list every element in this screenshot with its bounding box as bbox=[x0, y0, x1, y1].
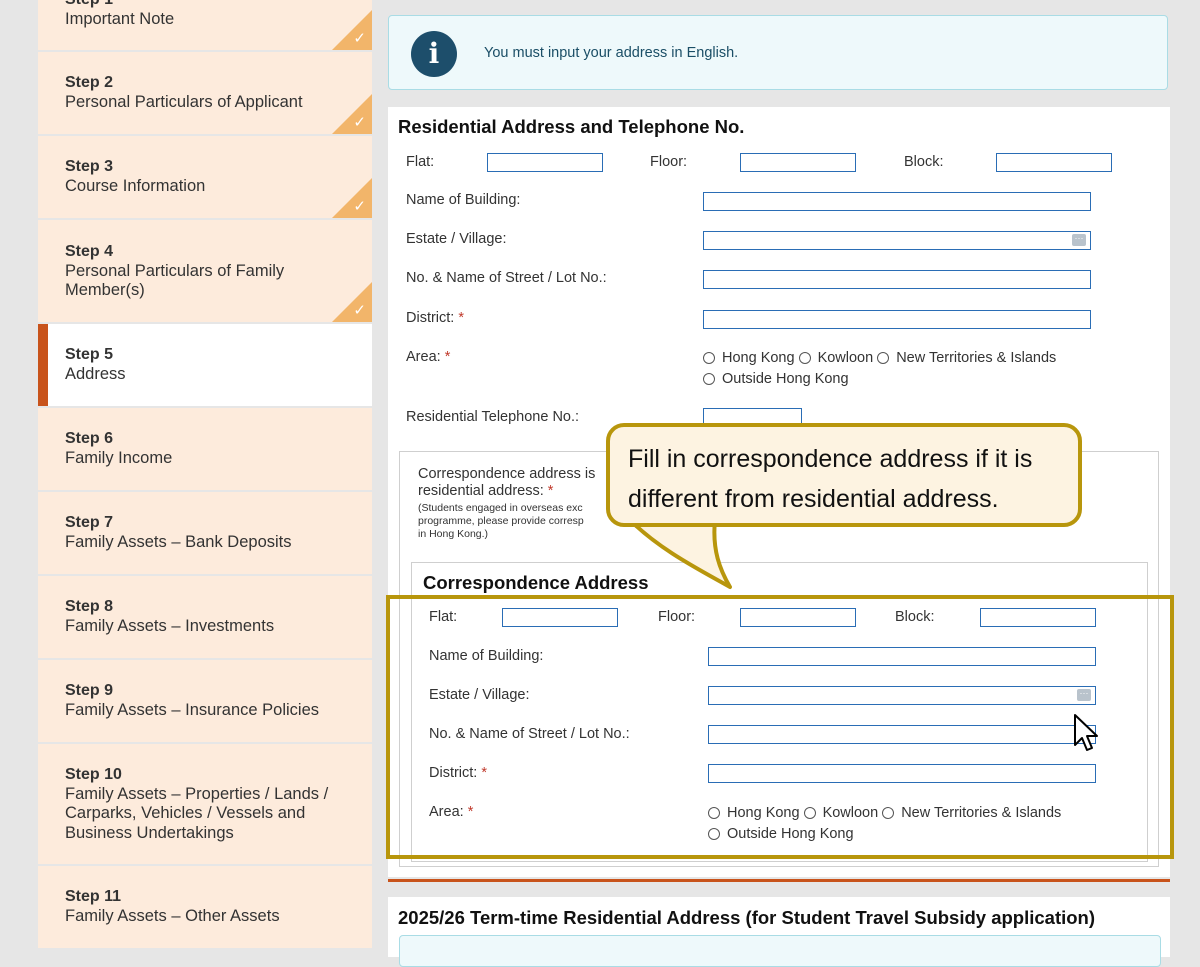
step-number: Step 3 bbox=[65, 158, 114, 176]
completed-corner bbox=[332, 178, 372, 218]
sidebar-step-2[interactable]: Step 2 Personal Particulars of Applicant… bbox=[38, 52, 372, 134]
step-title: Personal Particulars of Applicant bbox=[65, 93, 303, 112]
section-divider bbox=[388, 879, 1170, 882]
term-time-address-panel: 2025/26 Term-time Residential Address (f… bbox=[388, 897, 1170, 967]
check-icon: ✓ bbox=[353, 302, 366, 319]
completed-corner bbox=[332, 94, 372, 134]
area-option-outside-hong-kong[interactable]: Outside Hong Kong bbox=[703, 371, 849, 387]
residential-section-title: Residential Address and Telephone No. bbox=[398, 116, 745, 137]
step-title: Personal Particulars of Family Member(s) bbox=[65, 261, 285, 300]
step-number: Step 5 bbox=[65, 346, 114, 364]
step-title: Family Assets – Insurance Policies bbox=[65, 701, 320, 720]
step-number: Step 6 bbox=[65, 430, 114, 448]
sidebar-step-11[interactable]: Step 11 Family Assets – Other Assets bbox=[38, 866, 372, 948]
step-number: Step 8 bbox=[65, 598, 114, 616]
completed-corner bbox=[332, 10, 372, 50]
instruction-callout: Fill in correspondence address if it is … bbox=[606, 423, 1082, 527]
area-label: Area: * bbox=[406, 349, 451, 365]
sidebar-step-9[interactable]: Step 9 Family Assets – Insurance Policie… bbox=[38, 660, 372, 742]
sidebar-step-5[interactable]: Step 5 Address bbox=[38, 324, 372, 406]
residential-flat-input[interactable] bbox=[487, 153, 603, 172]
residential-street-input[interactable] bbox=[703, 270, 1091, 289]
info-notice: i You must input your address in English… bbox=[388, 15, 1168, 90]
sidebar-step-4[interactable]: Step 4 Personal Particulars of Family Me… bbox=[38, 220, 372, 322]
term-time-notice-box bbox=[399, 935, 1161, 967]
required-marker: * bbox=[458, 310, 465, 326]
sidebar-step-8[interactable]: Step 8 Family Assets – Investments bbox=[38, 576, 372, 658]
step-number: Step 11 bbox=[65, 888, 122, 906]
building-label: Name of Building: bbox=[406, 192, 521, 208]
sidebar-step-1[interactable]: Step 1 Important Note ✓ bbox=[38, 0, 372, 50]
telephone-label: Residential Telephone No.: bbox=[406, 409, 580, 425]
step-number: Step 7 bbox=[65, 514, 114, 532]
step-title: Family Assets – Investments bbox=[65, 617, 275, 636]
step-title: Family Assets – Bank Deposits bbox=[65, 533, 292, 552]
step-title: Course Information bbox=[65, 177, 206, 196]
required-marker: * bbox=[547, 483, 554, 499]
sidebar-step-10[interactable]: Step 10 Family Assets – Properties / Lan… bbox=[38, 744, 372, 864]
radio-button[interactable] bbox=[798, 352, 811, 364]
residential-floor-input[interactable] bbox=[740, 153, 856, 172]
step-title: Address bbox=[65, 365, 126, 384]
check-icon: ✓ bbox=[353, 114, 366, 131]
district-label: District: * bbox=[406, 310, 465, 326]
step-title: Important Note bbox=[65, 10, 175, 29]
sidebar-step-7[interactable]: Step 7 Family Assets – Bank Deposits bbox=[38, 492, 372, 574]
radio-button[interactable] bbox=[877, 352, 890, 364]
radio-button[interactable] bbox=[703, 373, 715, 385]
check-icon: ✓ bbox=[353, 198, 366, 215]
floor-label: Floor: bbox=[650, 154, 688, 170]
street-label: No. & Name of Street / Lot No.: bbox=[406, 270, 607, 286]
estate-label: Estate / Village: bbox=[406, 231, 507, 247]
flat-label: Flat: bbox=[406, 154, 435, 170]
residential-estate-input[interactable]: ··· bbox=[703, 231, 1091, 250]
correspondence-question: Correspondence address is residential ad… bbox=[418, 466, 596, 499]
correspondence-highlight-frame bbox=[386, 595, 1174, 859]
step-title: Family Assets – Other Assets bbox=[65, 907, 280, 926]
sidebar-step-6[interactable]: Step 6 Family Income bbox=[38, 408, 372, 490]
residential-area-radio-group: Hong Kong Kowloon New Territories & Isla… bbox=[703, 350, 1060, 366]
ellipsis-lookup-icon[interactable]: ··· bbox=[1072, 234, 1086, 246]
correspondence-note: (Students engaged in overseas exc progra… bbox=[418, 502, 584, 540]
residential-block-input[interactable] bbox=[996, 153, 1112, 172]
term-time-section-title: 2025/26 Term-time Residential Address (f… bbox=[398, 907, 1096, 928]
step-number: Step 1 bbox=[65, 0, 352, 10]
required-marker: * bbox=[444, 349, 451, 365]
mouse-cursor-icon bbox=[1074, 714, 1098, 751]
step-number: Step 10 bbox=[65, 765, 122, 783]
completed-corner bbox=[332, 282, 372, 322]
info-text: You must input your address in English. bbox=[484, 45, 739, 61]
sidebar-step-3[interactable]: Step 3 Course Information ✓ bbox=[38, 136, 372, 218]
info-icon: i bbox=[411, 31, 457, 77]
check-icon: ✓ bbox=[353, 30, 366, 47]
callout-text: Fill in correspondence address if it is … bbox=[628, 445, 1033, 513]
step-number: Step 9 bbox=[65, 682, 114, 700]
step-number: Step 4 bbox=[65, 242, 114, 260]
step-title: Family Assets – Properties / Lands / Car… bbox=[65, 784, 329, 842]
step-number: Step 2 bbox=[65, 74, 114, 92]
area-option-new-territories[interactable]: New Territories & Islands bbox=[877, 350, 1056, 366]
residential-building-input[interactable] bbox=[703, 192, 1091, 211]
area-option-hong-kong[interactable]: Hong Kong bbox=[703, 350, 795, 366]
step-title: Family Income bbox=[65, 449, 173, 468]
residential-area-radio-group-row2: Outside Hong Kong bbox=[703, 371, 853, 387]
block-label: Block: bbox=[904, 154, 944, 170]
area-option-kowloon[interactable]: Kowloon bbox=[798, 350, 873, 366]
step-sidebar: Step 1 Important Note ✓ Step 2 Personal … bbox=[38, 0, 372, 948]
radio-button[interactable] bbox=[703, 352, 715, 364]
callout-tail bbox=[627, 520, 732, 589]
residential-district-input[interactable] bbox=[703, 310, 1091, 329]
